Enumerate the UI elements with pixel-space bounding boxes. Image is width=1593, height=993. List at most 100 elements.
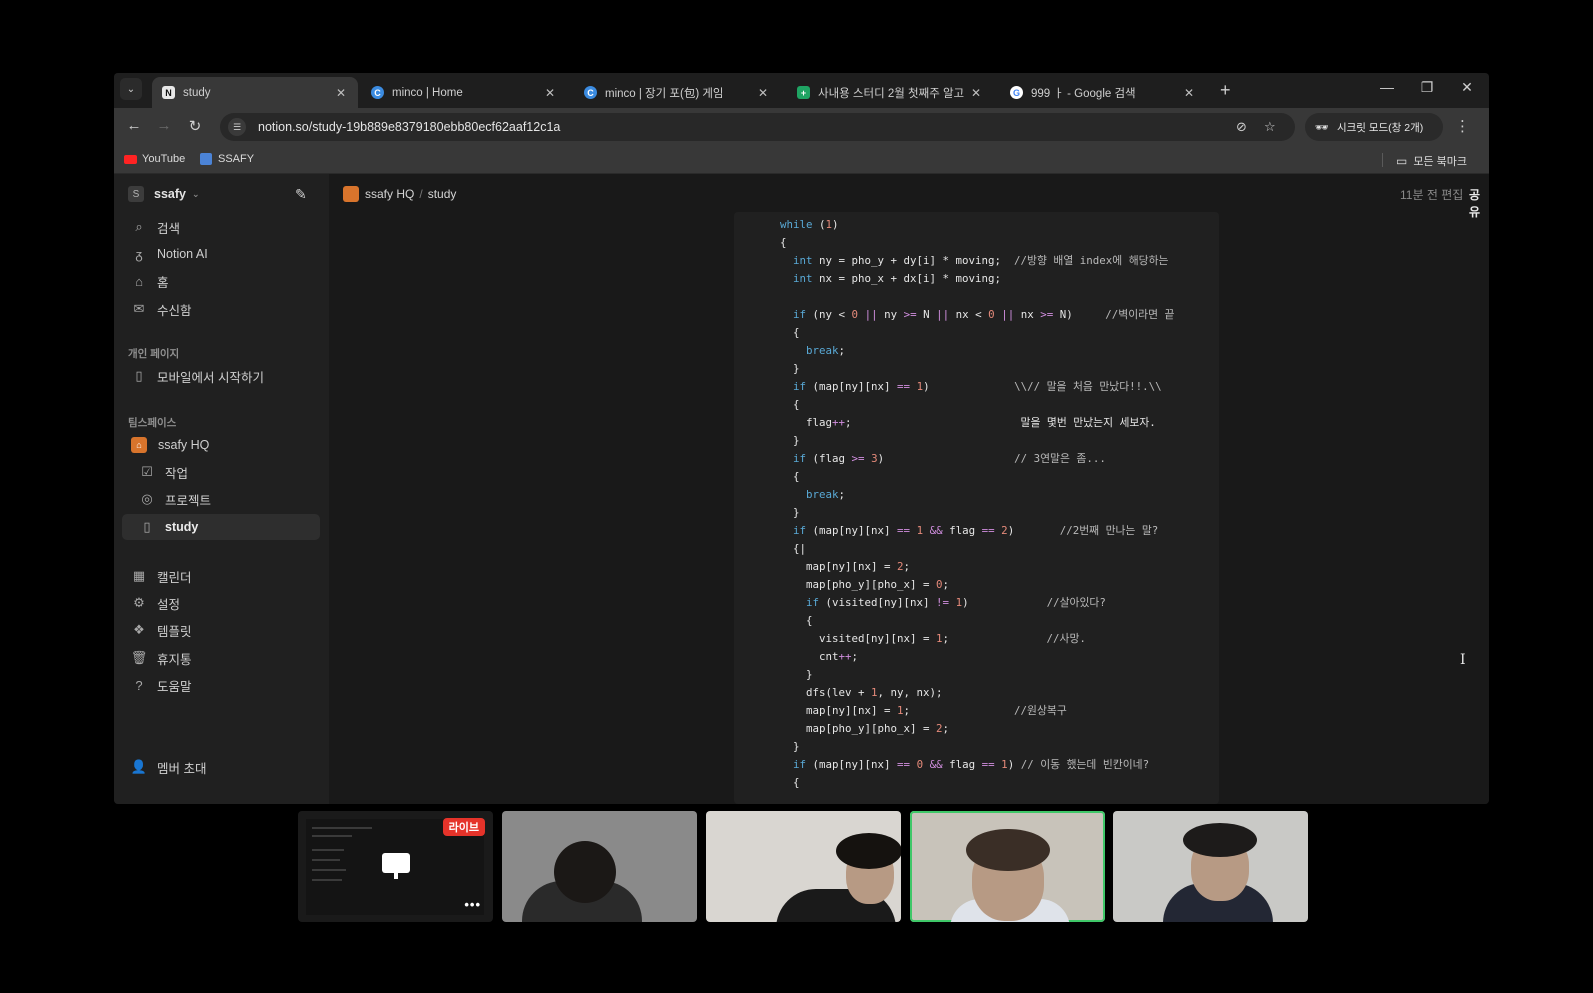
sidebar-item-label: Notion AI <box>157 247 208 261</box>
code-line: if (map[ny][nx] == 0 && flag == 1) // 이동… <box>793 758 1150 771</box>
help-icon: ? <box>135 677 143 693</box>
sidebar-item-label: 홈 <box>157 275 169 290</box>
sidebar-item-label: ssafy HQ <box>158 438 210 452</box>
close-icon[interactable]: ✕ <box>1182 86 1196 100</box>
address-bar[interactable]: ☰ notion.so/study-19b889e8379180ebb80ecf… <box>220 113 1295 141</box>
screen-share-tile[interactable]: 라이브 ••• <box>298 811 493 922</box>
browser-menu-icon[interactable]: ⋮ <box>1455 117 1470 135</box>
sheets-icon: + <box>797 86 810 99</box>
close-icon[interactable]: ✕ <box>969 86 983 100</box>
close-icon[interactable]: ✕ <box>543 86 557 100</box>
tab-minco-home[interactable]: C minco | Home ✕ <box>361 77 567 108</box>
forward-icon[interactable]: → <box>153 117 175 134</box>
tab-title: 사내용 스터디 2월 첫째주 알고 <box>818 87 965 100</box>
code-line: map[pho_y][pho_x] = 2; <box>780 722 950 735</box>
page-icon: ▯ <box>143 519 151 534</box>
sidebar-item-help[interactable]: ? 도움말 <box>122 672 320 698</box>
eye-off-icon[interactable]: ⊘ <box>1236 119 1247 135</box>
sidebar-item-templates[interactable]: ❖ 템플릿 <box>122 617 320 643</box>
tab-minco-game[interactable]: C minco | 장기 포(包) 게임 ✕ <box>574 77 780 108</box>
sidebar-item-tasks[interactable]: ☑ 작업 <box>122 459 320 485</box>
code-line: if (ny < 0 || ny >= N || nx < 0 || nx >=… <box>793 308 1175 321</box>
sidebar-item-label: 휴지통 <box>157 652 192 667</box>
new-tab-button[interactable]: + <box>1220 80 1231 101</box>
notion-sidebar: S ssafy ⌄ ✎ ⌕ 검색 ᵹ Notion AI ⌂ 홈 ✉ 수신함 개… <box>114 174 329 804</box>
code-line: map[ny][nx] = 1; //원상복구 <box>780 704 1067 717</box>
sidebar-item-search[interactable]: ⌕ 검색 <box>122 214 320 240</box>
site-info-icon[interactable]: ☰ <box>228 118 246 136</box>
code-line: if (flag >= 3) // 3연말은 좀... <box>793 452 1106 465</box>
template-icon: ❖ <box>133 622 145 637</box>
workspace-switcher[interactable]: S ssafy ⌄ <box>128 186 200 202</box>
incognito-indicator[interactable]: 🕶 시크릿 모드(창 2개) <box>1305 113 1443 141</box>
sidebar-item-home[interactable]: ⌂ 홈 <box>122 268 320 294</box>
invite-members-button[interactable]: 👤 멤버 초대 <box>122 754 320 780</box>
close-icon[interactable]: ✕ <box>756 86 770 100</box>
sidebar-item-mobile-start[interactable]: ▯ 모바일에서 시작하기 <box>122 363 320 389</box>
all-bookmarks[interactable]: ▭ 모든 북마크 <box>1396 153 1467 169</box>
bookmark-ssafy[interactable]: SSAFY <box>200 153 254 165</box>
page-icon: ▯ <box>135 368 143 383</box>
sidebar-item-calendar[interactable]: ▦ 캘린더 <box>122 563 320 589</box>
restore-icon[interactable]: ❐ <box>1412 79 1442 96</box>
reload-icon[interactable]: ↻ <box>184 117 206 135</box>
participant-video-4[interactable] <box>1113 811 1308 922</box>
code-line: flag++; 말을 몇번 만났는지 세보자. <box>780 416 1156 429</box>
close-icon[interactable]: ✕ <box>334 86 348 100</box>
breadcrumb-item-study[interactable]: study <box>428 187 457 201</box>
code-block[interactable]: while (1) { int ny = pho_y + dy[i] * movi… <box>734 212 1219 804</box>
new-page-icon[interactable]: ✎ <box>295 186 307 203</box>
home-icon: ⌂ <box>135 273 143 289</box>
sidebar-item-study[interactable]: ▯ study <box>122 514 320 540</box>
back-icon[interactable]: ← <box>123 117 145 134</box>
tab-study[interactable]: N study ✕ <box>152 77 358 108</box>
user-plus-icon: 👤 <box>130 759 148 774</box>
code-line: {| <box>780 542 807 555</box>
participant-video-3[interactable] <box>910 811 1105 922</box>
incognito-label: 시크릿 모드(창 2개) <box>1336 121 1424 134</box>
code-line: } <box>780 434 800 447</box>
share-button[interactable]: 공유 <box>1469 186 1489 220</box>
participant-video-1[interactable] <box>502 811 697 922</box>
code-line: map[ny][nx] = 2; <box>780 560 911 573</box>
tile-more-icon[interactable]: ••• <box>464 897 481 912</box>
star-icon[interactable]: ☆ <box>1264 119 1276 135</box>
code-line: } <box>780 362 800 375</box>
tab-google[interactable]: G 999 ㅏ - Google 검색 ✕ <box>1000 77 1206 108</box>
sidebar-item-label: 수신함 <box>157 303 192 318</box>
breadcrumb-item-hq[interactable]: ssafy HQ <box>365 187 414 201</box>
invite-label: 멤버 초대 <box>157 761 207 776</box>
code-line: } <box>780 668 813 681</box>
sidebar-item-label: study <box>165 520 199 534</box>
sidebar-item-inbox[interactable]: ✉ 수신함 <box>122 296 320 322</box>
code-line: cnt++; <box>780 650 859 663</box>
code-line: { <box>780 326 800 339</box>
bookmark-youtube[interactable]: YouTube <box>124 153 185 165</box>
tab-sheets[interactable]: + 사내용 스터디 2월 첫째주 알고 ✕ <box>787 77 993 108</box>
calendar-icon: ▦ <box>132 568 146 583</box>
tab-search-button[interactable]: ⌄ <box>120 78 142 100</box>
screen-share-icon <box>382 853 410 879</box>
sidebar-item-trash[interactable]: 🗑 휴지통 <box>122 645 320 671</box>
incognito-icon: 🕶 <box>1315 121 1329 134</box>
bookmark-label: YouTube <box>142 153 186 165</box>
sidebar-item-label: 작업 <box>165 466 189 481</box>
sidebar-item-settings[interactable]: ⚙ 설정 <box>122 590 320 616</box>
code-line: int nx = pho_x + dx[i] * moving; <box>793 272 1002 285</box>
sidebar-item-notion-ai[interactable]: ᵹ Notion AI <box>122 241 320 267</box>
window-close-icon[interactable]: ✕ <box>1452 79 1482 96</box>
section-private: 개인 페이지 <box>128 348 180 360</box>
sidebar-item-label: 설정 <box>157 597 181 612</box>
google-icon: G <box>1010 86 1023 99</box>
code-line: { <box>780 470 800 483</box>
all-bookmarks-label: 모든 북마크 <box>1413 156 1467 168</box>
code-line: if (visited[ny][nx] != 1) //살아있다? <box>806 596 1106 609</box>
breadcrumb-separator: / <box>419 187 423 201</box>
workspace-name: ssafy <box>154 187 186 201</box>
code-line: if (map[ny][nx] == 1 && flag == 2) //2번째… <box>793 524 1159 537</box>
participant-video-2[interactable] <box>706 811 901 922</box>
minimize-icon[interactable]: — <box>1372 79 1402 95</box>
sidebar-item-label: 프로젝트 <box>165 493 212 508</box>
sidebar-item-ssafy-hq[interactable]: ⌂ ssafy HQ <box>122 432 320 458</box>
sidebar-item-projects[interactable]: ◎ 프로젝트 <box>122 486 320 512</box>
